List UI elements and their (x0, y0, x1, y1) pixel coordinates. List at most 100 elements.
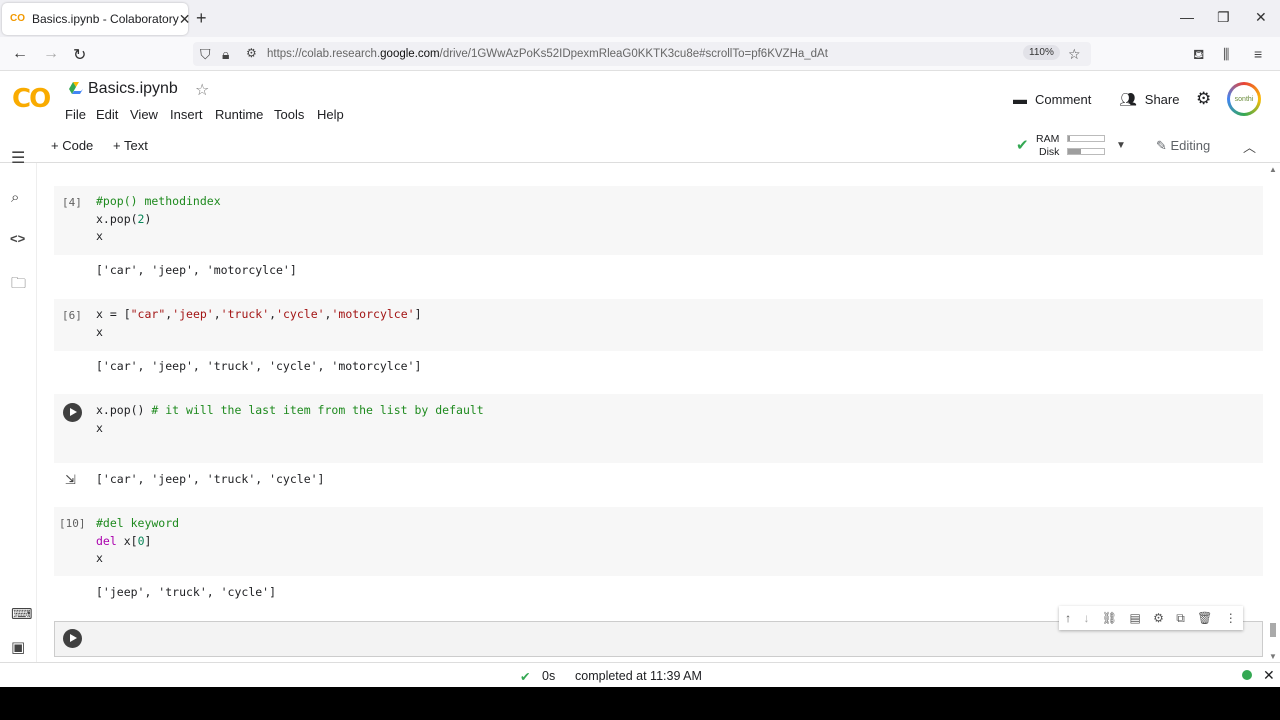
scrollbar[interactable]: ▲ ▼ (1266, 163, 1280, 662)
mirror-cell-icon[interactable]: ⧉ (1176, 611, 1185, 626)
code-token: , (213, 307, 221, 321)
code-snippets-icon[interactable]: <> (10, 231, 25, 246)
delete-cell-icon[interactable]: 🗑︎ (1197, 611, 1212, 625)
ram-usage-bar (1067, 135, 1105, 142)
move-cell-up-icon[interactable]: ↑ (1065, 611, 1071, 625)
menu-edit[interactable]: Edit (96, 107, 118, 122)
pocket-icon[interactable]: ⛾ (1193, 46, 1204, 65)
menu-runtime[interactable]: Runtime (215, 107, 263, 122)
execution-count: [10] (59, 517, 86, 530)
code-editor[interactable]: x = ["car",'jeep','truck','cycle','motor… (96, 306, 422, 341)
editing-mode-button[interactable]: ✎ Editing (1156, 138, 1210, 154)
notebook-content[interactable]: [4] #pop() methodindex x.pop(2) x ['car', … (37, 163, 1266, 662)
runtime-dropdown-icon[interactable]: ▼ (1116, 140, 1126, 151)
scroll-up-icon[interactable]: ▲ (1269, 165, 1277, 174)
reload-icon[interactable]: ↻ (73, 45, 86, 65)
code-token: #del keyword (96, 516, 180, 530)
run-cell-button[interactable] (63, 403, 82, 422)
scrollbar-thumb[interactable] (1270, 623, 1276, 637)
cell-output: ['jeep', 'truck', 'cycle'] (96, 585, 277, 599)
files-folder-icon[interactable]: 🗀︎ (11, 273, 26, 298)
code-token: x (96, 551, 103, 565)
code-line: x (96, 324, 422, 342)
code-token: x.pop( (96, 211, 138, 226)
notebook-title[interactable]: Basics.ipynb (88, 80, 178, 98)
table-of-contents-icon[interactable]: ☰ (11, 148, 25, 168)
output-actions-icon[interactable]: ⇲ (65, 472, 76, 488)
search-icon[interactable]: ⌕ (11, 189, 19, 206)
more-options-icon[interactable]: ⋮ (1225, 611, 1237, 625)
settings-gear-icon[interactable]: ⚙ (1196, 89, 1211, 109)
url-text[interactable]: https://colab.research.google.com/drive/… (267, 48, 828, 60)
code-line: #del keyword (96, 515, 179, 533)
cell-settings-icon[interactable]: ⚙ (1153, 611, 1164, 625)
close-window-icon[interactable]: ✕ (1255, 9, 1267, 26)
permissions-icon[interactable]: ⚙ (246, 46, 257, 60)
scroll-down-icon[interactable]: ▼ (1269, 652, 1277, 661)
lock-icon[interactable]: 🔒︎ (222, 46, 229, 63)
execution-count: [6] (62, 309, 82, 322)
colab-favicon: CO (10, 13, 25, 24)
cell-toolbar: ↑ ↓ ⛓ ▤ ⚙ ⧉ 🗑︎ ⋮ (1059, 606, 1243, 630)
code-cell[interactable] (54, 507, 1263, 576)
add-code-button[interactable]: + Code (51, 138, 93, 153)
menu-insert[interactable]: Insert (170, 107, 203, 122)
browser-menu-icon[interactable]: ≡ (1254, 46, 1262, 62)
disk-label: Disk (1039, 146, 1060, 158)
run-cell-button[interactable] (63, 629, 82, 648)
share-button[interactable]: 👥︎ Share (1119, 91, 1179, 108)
link-to-cell-icon[interactable]: ⛓ (1102, 611, 1117, 625)
new-tab-icon[interactable]: + (196, 8, 207, 29)
code-line: del x[0] (96, 533, 179, 551)
close-tab-icon[interactable]: ✕ (179, 11, 191, 28)
code-editor[interactable]: #del keyword del x[0] x (96, 515, 179, 568)
resource-monitor[interactable]: RAM Disk (1036, 133, 1059, 159)
cell-output: ['car', 'jeep', 'motorcylce'] (96, 263, 297, 277)
minimize-icon[interactable]: — (1180, 9, 1194, 25)
code-token: x.pop() (96, 403, 152, 417)
add-comment-icon[interactable]: ▤ (1129, 611, 1140, 625)
avatar[interactable]: sonthi (1227, 82, 1261, 116)
drive-icon[interactable] (69, 82, 83, 94)
colab-logo[interactable]: CO (12, 84, 51, 114)
bookmark-star-icon[interactable]: ☆ (1068, 46, 1081, 63)
back-icon[interactable]: ← (12, 45, 28, 63)
close-status-icon[interactable]: ✕ (1263, 667, 1275, 684)
ram-label: RAM (1036, 133, 1060, 145)
code-token: x (96, 229, 103, 243)
star-icon[interactable]: ☆ (195, 80, 209, 100)
code-line: #pop() methodindex (96, 193, 221, 211)
add-text-button[interactable]: + Text (113, 138, 148, 153)
terminal-icon[interactable]: ▣ (11, 638, 25, 656)
move-cell-down-icon[interactable]: ↓ (1084, 611, 1090, 625)
command-palette-icon[interactable]: ⌨ (11, 605, 33, 623)
cell-output: ['car', 'jeep', 'truck', 'cycle', 'motor… (96, 359, 422, 373)
restore-icon[interactable]: ❐ (1217, 9, 1230, 26)
code-token: # it will the last item from the list by… (151, 403, 484, 417)
code-token: 'jeep' (172, 307, 214, 321)
library-icon[interactable]: ⫼ (1223, 46, 1229, 63)
share-label: Share (1144, 92, 1180, 107)
browser-tab[interactable]: CO Basics.ipynb - Colaboratory ✕ (2, 3, 191, 35)
connection-status-dot (1242, 670, 1252, 680)
cell-output: ['car', 'jeep', 'truck', 'cycle'] (96, 472, 325, 486)
completion-status[interactable]: completed at 11:39 AM (575, 669, 702, 683)
menu-view[interactable]: View (130, 107, 158, 122)
code-cell[interactable] (54, 186, 1263, 255)
editing-label: Editing (1170, 138, 1211, 153)
menu-help[interactable]: Help (317, 107, 344, 122)
forward-icon[interactable]: → (43, 45, 59, 63)
code-editor[interactable]: x.pop() # it will the last item from the… (96, 402, 484, 437)
tracking-protection-icon[interactable]: ⛉ (200, 46, 211, 63)
comment-icon: ▬ (1013, 91, 1027, 107)
menu-file[interactable]: File (65, 107, 86, 122)
code-token: 0 (137, 533, 145, 548)
comment-button[interactable]: ▬ Comment (1013, 91, 1091, 107)
code-editor[interactable]: #pop() methodindex x.pop(2) x (96, 193, 221, 246)
code-token: x[ (116, 533, 138, 548)
collapse-header-icon[interactable]: ︿ (1243, 137, 1256, 156)
menu-tools[interactable]: Tools (274, 107, 304, 122)
zoom-level[interactable]: 110% (1023, 45, 1060, 60)
code-line: x = ["car",'jeep','truck','cycle','motor… (96, 306, 422, 324)
code-token: #pop() methodindex (96, 194, 221, 208)
